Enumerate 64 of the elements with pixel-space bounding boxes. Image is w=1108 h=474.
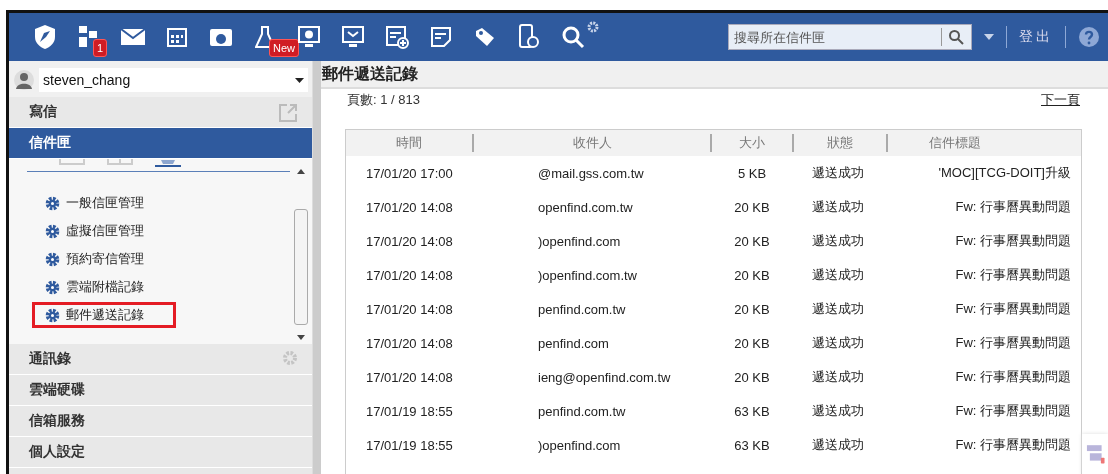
table-cell-text: 17/01/20 14:08 (365, 267, 454, 283)
table-cell-text: 17/01/20 14:08 (365, 233, 454, 249)
table-cell-text: 遞送成功 (811, 402, 865, 420)
table-cell-text: 20 KB (733, 335, 771, 351)
table-cell-text: 遞送成功 (811, 300, 865, 318)
folder-menu-item[interactable]: 虛擬信匣管理 (32, 218, 176, 244)
next-page-link[interactable]: 下一頁 (1041, 91, 1080, 129)
folder-menu-item[interactable]: 雲端附檔記錄 (32, 274, 176, 300)
sidebar-section[interactable]: 信件匣 (9, 128, 312, 159)
table-cell-text: 遞送成功 (811, 334, 865, 352)
table-cell-text: 遞送成功 (811, 164, 865, 182)
table-cell-text: 17/01/20 14:08 (365, 301, 454, 317)
table-cell-text: penfind.com.tw (537, 301, 627, 317)
folder-menu-item[interactable]: 一般信匣管理 (32, 190, 176, 216)
column-header[interactable]: 狀態 (794, 134, 888, 152)
table-cell-text: ieng@openfind.com.tw (537, 369, 672, 385)
table-cell-text: 63 KB (733, 403, 771, 419)
table-cell-text: openfind.com.tw (537, 199, 634, 215)
table-cell-text: 遞送成功 (811, 368, 865, 386)
table-cell-text: 遞送成功 (811, 232, 865, 250)
logout-button[interactable]: 登出 (1019, 28, 1053, 46)
table-cell-text: )openfind.com (537, 437, 622, 453)
table-cell-text: 遞送成功 (811, 436, 865, 454)
column-header[interactable]: 收件人 (474, 134, 712, 152)
table-cell-text: @mail.gss.com.tw (537, 165, 645, 181)
column-header[interactable]: 信件標題 (888, 134, 1081, 152)
table-cell-text: Fw: 行事曆異動問題 (954, 436, 1072, 454)
table-cell-text: 20 KB (733, 369, 771, 385)
table-cell-text: 17/01/19 18:55 (365, 437, 454, 453)
page-title: 郵件遞送記錄 (321, 61, 1108, 89)
table-cell-text: 63 KB (733, 437, 771, 453)
column-header[interactable]: 大小 (712, 134, 794, 152)
table-cell-text: Fw: 行事曆異動問題 (954, 300, 1072, 318)
table-cell-text: 5 KB (736, 165, 768, 181)
table-cell-text: 遞送成功 (811, 266, 865, 284)
folder-menu-item[interactable]: 預約寄信管理 (32, 246, 176, 272)
table-cell-text: Fw: 行事曆異動問題 (954, 266, 1072, 284)
table-cell-text: 17/01/20 14:08 (365, 335, 454, 351)
notification-badge: New (269, 39, 299, 57)
table-cell-text: 17/01/20 14:08 (365, 199, 454, 215)
table-cell-text: 'MOC][TCG-DOIT]升級 (937, 164, 1072, 182)
account-dropdown[interactable]: steven_chang (39, 68, 308, 92)
table-cell-text: 17/01/19 18:55 (365, 403, 454, 419)
table-cell-text: Fw: 行事曆異動問題 (954, 368, 1072, 386)
table-cell-text: 17/01/20 17:00 (365, 165, 454, 181)
table-cell-text: Fw: 行事曆異動問題 (954, 232, 1072, 250)
table-cell-text: 遞送成功 (811, 198, 865, 216)
column-header[interactable]: 時間 (346, 134, 474, 152)
table-cell-text: 20 KB (733, 233, 771, 249)
page-count: 頁數: 1 / 813 (347, 91, 420, 109)
notification-badge: 1 (93, 39, 108, 57)
table-cell-text: Fw: 行事曆異動問題 (954, 198, 1072, 216)
search-field[interactable]: 搜尋所在信件匣 (728, 24, 972, 50)
table-cell-text: 17/01/20 14:08 (365, 369, 454, 385)
table-cell-text: penfind.com.tw (537, 403, 627, 419)
table-cell-text: Fw: 行事曆異動問題 (954, 402, 1072, 420)
table-cell-text: )openfind.com.tw (537, 267, 638, 283)
table-cell-text: )openfind.com (537, 233, 622, 249)
table-cell-text: penfind.com (537, 335, 610, 351)
table-cell-text: Fw: 行事曆異動問題 (954, 334, 1072, 352)
table-cell-text: 20 KB (733, 267, 771, 283)
table-cell-text: 20 KB (733, 301, 771, 317)
table-cell-text: 20 KB (733, 199, 771, 215)
folder-menu-item[interactable]: 郵件遞送記錄 (32, 302, 176, 328)
